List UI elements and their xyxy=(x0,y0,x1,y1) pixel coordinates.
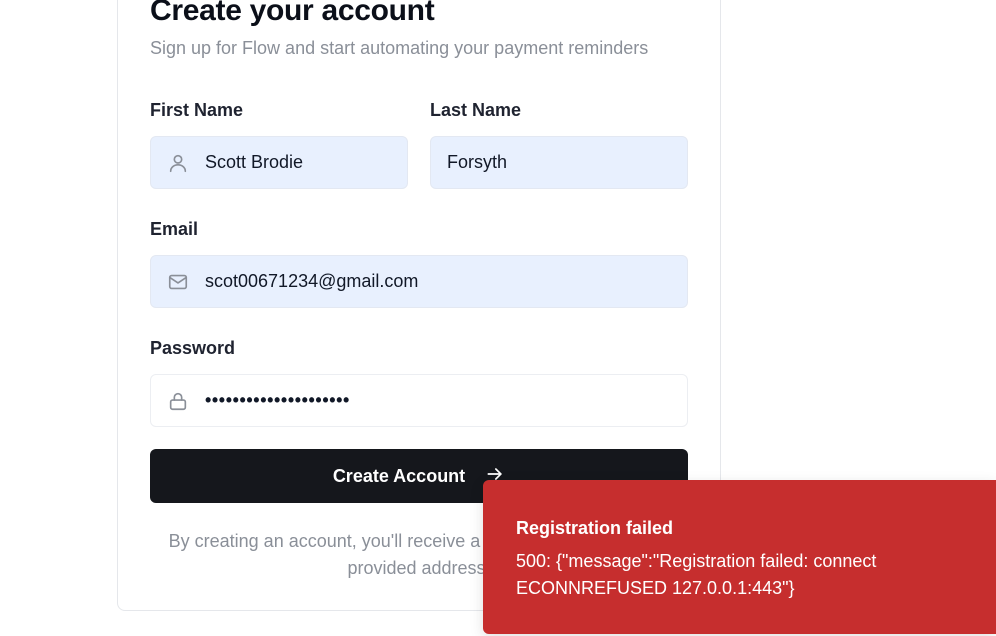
password-field[interactable]: ••••••••••••••••••••• xyxy=(150,374,688,427)
create-account-label: Create Account xyxy=(332,465,466,486)
password-label: Password xyxy=(150,338,236,358)
page-subtitle: Sign up for Flow and start automating yo… xyxy=(150,38,649,58)
toast-message: 500: {"message":"Registration failed: co… xyxy=(516,551,877,598)
page-title: Create your account xyxy=(150,0,435,27)
user-icon xyxy=(167,152,189,174)
last-name-value: Forsyth xyxy=(447,152,508,172)
email-label: Email xyxy=(150,219,199,239)
last-name-label: Last Name xyxy=(430,100,522,120)
email-field[interactable]: scot00671234@gmail.com xyxy=(150,255,688,308)
password-value: ••••••••••••••••••••• xyxy=(205,390,350,410)
error-toast[interactable]: Registration failed 500: {"message":"Reg… xyxy=(483,480,996,634)
email-value: scot00671234@gmail.com xyxy=(205,271,419,291)
last-name-field[interactable]: Forsyth xyxy=(430,136,688,189)
toast-title: Registration failed xyxy=(516,518,674,538)
mail-icon xyxy=(167,271,189,293)
lock-icon xyxy=(167,390,189,412)
first-name-field[interactable]: Scott Brodie xyxy=(150,136,408,189)
first-name-value: Scott Brodie xyxy=(205,152,304,172)
first-name-label: First Name xyxy=(150,100,244,120)
